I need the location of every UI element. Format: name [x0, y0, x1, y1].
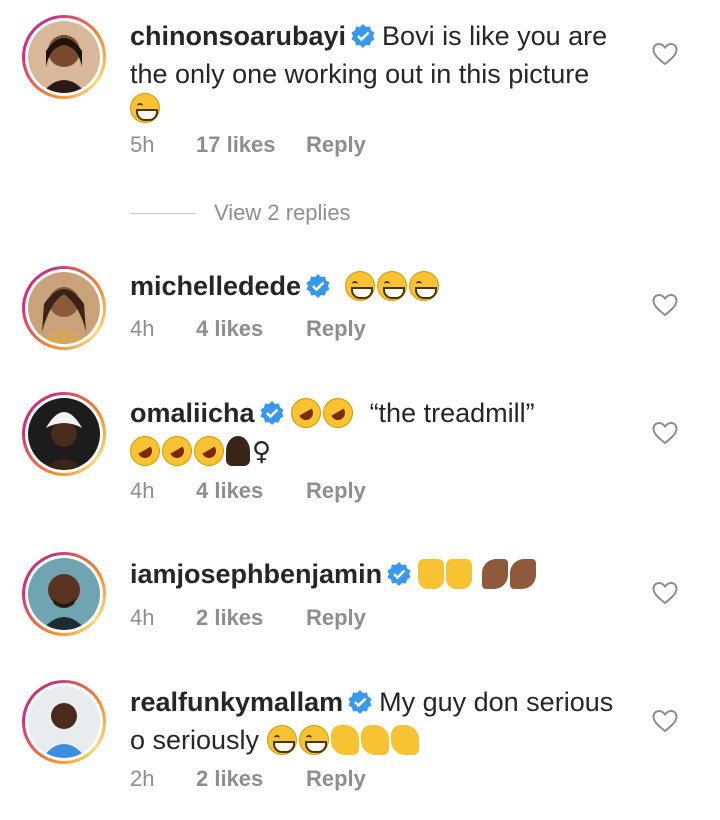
divider-line [130, 212, 196, 214]
verified-badge-icon [305, 273, 331, 307]
comment-body: Bovi is like you are [382, 21, 608, 51]
comment-body-line2: the only one working out in this picture [130, 59, 590, 89]
female-sign: ♀ [252, 437, 272, 467]
comment-meta: 4h 2 likes Reply [130, 605, 366, 631]
avatar[interactable] [22, 680, 106, 764]
avatar[interactable] [22, 266, 106, 350]
rolling-on-floor-laughing-emoji [188, 430, 230, 472]
timestamp: 4h [130, 316, 155, 341]
comment-text: chinonsoarubayi Bovi is like you are the … [130, 19, 630, 125]
comment-meta: 4h 4 likes Reply [130, 316, 366, 342]
verified-badge-icon [259, 400, 285, 434]
timestamp: 2h [130, 766, 155, 791]
username[interactable]: realfunkymallam [130, 687, 343, 717]
reply-button[interactable]: Reply [306, 605, 366, 631]
comment-text: michelledede [130, 269, 630, 307]
username[interactable]: iamjosephbenjamin [130, 559, 382, 589]
raising-hands-emoji [446, 559, 473, 589]
clapping-hands-emoji [360, 725, 389, 755]
clapping-hands-emoji [390, 725, 419, 755]
view-replies-link[interactable]: View 2 replies [130, 200, 351, 226]
avatar-photo [28, 272, 100, 344]
raising-hands-emoji [418, 559, 445, 589]
grinning-face-emoji [408, 271, 439, 301]
comment-body: My guy don serious [379, 687, 614, 717]
reply-button[interactable]: Reply [306, 766, 366, 792]
verified-badge-icon [347, 689, 373, 723]
reply-button[interactable]: Reply [306, 316, 366, 342]
verified-badge-icon [386, 561, 412, 595]
comment-body-line2: o seriously [130, 725, 260, 755]
username[interactable]: omaliicha [130, 398, 255, 428]
flexed-biceps-emoji [509, 559, 536, 589]
username[interactable]: michelledede [130, 271, 301, 301]
heart-outline-icon[interactable] [652, 709, 678, 738]
comment-meta: 2h 2 likes Reply [130, 766, 366, 792]
clapping-hands-emoji [330, 725, 359, 755]
avatar[interactable] [22, 392, 106, 476]
grinning-face-emoji [376, 271, 407, 301]
rolling-on-floor-laughing-emoji [124, 430, 166, 472]
reply-button[interactable]: Reply [306, 478, 366, 504]
timestamp: 5h [130, 132, 155, 157]
likes-count[interactable]: 4 likes [196, 316, 306, 342]
flexed-biceps-emoji [481, 559, 508, 589]
comment-meta: 5h 17 likes Reply [130, 132, 366, 158]
comment-text: realfunkymallam My guy don serious o seri… [130, 685, 630, 757]
heart-outline-icon[interactable] [652, 42, 678, 71]
verified-badge-icon [350, 23, 376, 57]
avatar-photo [28, 21, 100, 93]
avatar-photo [28, 398, 100, 470]
reply-button[interactable]: Reply [306, 132, 366, 158]
person-facepalming-emoji [226, 436, 250, 466]
likes-count[interactable]: 17 likes [196, 132, 306, 158]
grinning-face-emoji [344, 271, 375, 301]
avatar-photo [28, 558, 100, 630]
timestamp: 4h [130, 605, 155, 630]
heart-outline-icon[interactable] [652, 293, 678, 322]
likes-count[interactable]: 2 likes [196, 766, 306, 792]
comment-body: “the treadmill” [369, 398, 535, 428]
rolling-on-floor-laughing-emoji [285, 392, 327, 434]
view-replies-label[interactable]: View 2 replies [214, 200, 351, 226]
grinning-face-emoji [266, 725, 297, 755]
heart-outline-icon[interactable] [652, 581, 678, 610]
username[interactable]: chinonsoarubayi [130, 21, 346, 51]
heart-outline-icon[interactable] [652, 421, 678, 450]
avatar[interactable] [22, 552, 106, 636]
comment-text: iamjosephbenjamin [130, 557, 630, 595]
avatar[interactable] [22, 15, 106, 99]
grinning-face-emoji [130, 93, 160, 123]
likes-count[interactable]: 2 likes [196, 605, 306, 631]
grinning-face-emoji [298, 725, 329, 755]
comment-text: omaliicha “the treadmill” ♀ [124, 392, 630, 472]
rolling-on-floor-laughing-emoji [317, 392, 359, 434]
likes-count[interactable]: 4 likes [196, 478, 306, 504]
rolling-on-floor-laughing-emoji [156, 430, 198, 472]
timestamp: 4h [130, 478, 155, 503]
avatar-photo [28, 686, 100, 758]
comment-meta: 4h 4 likes Reply [130, 478, 366, 504]
